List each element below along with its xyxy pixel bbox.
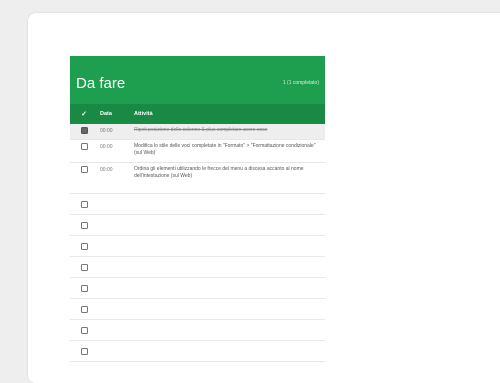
task-row: 00:00 Ripeti posizione delle colonne & p…: [70, 124, 325, 140]
unchecked-checkbox-icon[interactable]: [80, 143, 88, 150]
empty-task-row[interactable]: [70, 236, 325, 257]
column-header-row: ✓ Data Attività: [70, 104, 325, 124]
task-checkbox-cell[interactable]: [70, 242, 98, 250]
task-time[interactable]: 00:00: [98, 124, 130, 134]
completion-summary: 1 (1 completato): [282, 80, 319, 86]
unchecked-checkbox-icon[interactable]: [80, 263, 88, 271]
unchecked-checkbox-icon[interactable]: [80, 284, 88, 292]
task-text[interactable]: Ordina gli elementi utilizzando le frecc…: [130, 163, 325, 182]
unchecked-checkbox-icon[interactable]: [80, 242, 88, 250]
sheet-title: Da fare: [76, 74, 126, 92]
task-text[interactable]: Ripeti posizione delle colonne & plus co…: [130, 124, 325, 136]
empty-task-row[interactable]: [70, 215, 325, 236]
task-checkbox-cell[interactable]: [70, 263, 98, 271]
activity-column-header[interactable]: Attività: [130, 111, 325, 117]
task-checkbox-cell[interactable]: [70, 284, 98, 292]
time-column-header[interactable]: Data: [98, 111, 130, 117]
todo-sheet: Da fare 1 (1 completato) ✓ Data Attività…: [70, 56, 325, 371]
empty-rows: [70, 194, 325, 362]
task-time[interactable]: 00:00: [98, 163, 130, 173]
empty-task-row[interactable]: [70, 341, 325, 362]
unchecked-checkbox-icon[interactable]: [80, 221, 88, 229]
empty-task-row[interactable]: [70, 278, 325, 299]
empty-task-row[interactable]: [70, 194, 325, 215]
sheet-title-bar: Da fare 1 (1 completato): [70, 56, 325, 104]
task-checkbox-cell[interactable]: [70, 124, 98, 134]
task-row: 00:00 Modifica lo stile delle voci compl…: [70, 140, 325, 163]
unchecked-checkbox-icon[interactable]: [80, 166, 88, 173]
task-row: 00:00 Ordina gli elementi utilizzando le…: [70, 163, 325, 194]
task-checkbox-cell[interactable]: [70, 305, 98, 313]
empty-task-row[interactable]: [70, 320, 325, 341]
task-checkbox-cell[interactable]: [70, 163, 98, 173]
unchecked-checkbox-icon[interactable]: [80, 200, 88, 208]
unchecked-checkbox-icon[interactable]: [80, 305, 88, 313]
empty-task-row[interactable]: [70, 257, 325, 278]
task-checkbox-cell[interactable]: [70, 140, 98, 150]
task-checkbox-cell[interactable]: [70, 347, 98, 355]
empty-task-row[interactable]: [70, 299, 325, 320]
task-time[interactable]: 00:00: [98, 140, 130, 150]
task-checkbox-cell[interactable]: [70, 200, 98, 208]
task-text[interactable]: Modifica lo stile delle voci completate …: [130, 140, 325, 159]
checked-checkbox-icon[interactable]: [80, 127, 88, 134]
unchecked-checkbox-icon[interactable]: [80, 347, 88, 355]
task-checkbox-cell[interactable]: [70, 326, 98, 334]
unchecked-checkbox-icon[interactable]: [80, 326, 88, 334]
task-checkbox-cell[interactable]: [70, 221, 98, 229]
check-column-header[interactable]: ✓: [70, 110, 98, 118]
